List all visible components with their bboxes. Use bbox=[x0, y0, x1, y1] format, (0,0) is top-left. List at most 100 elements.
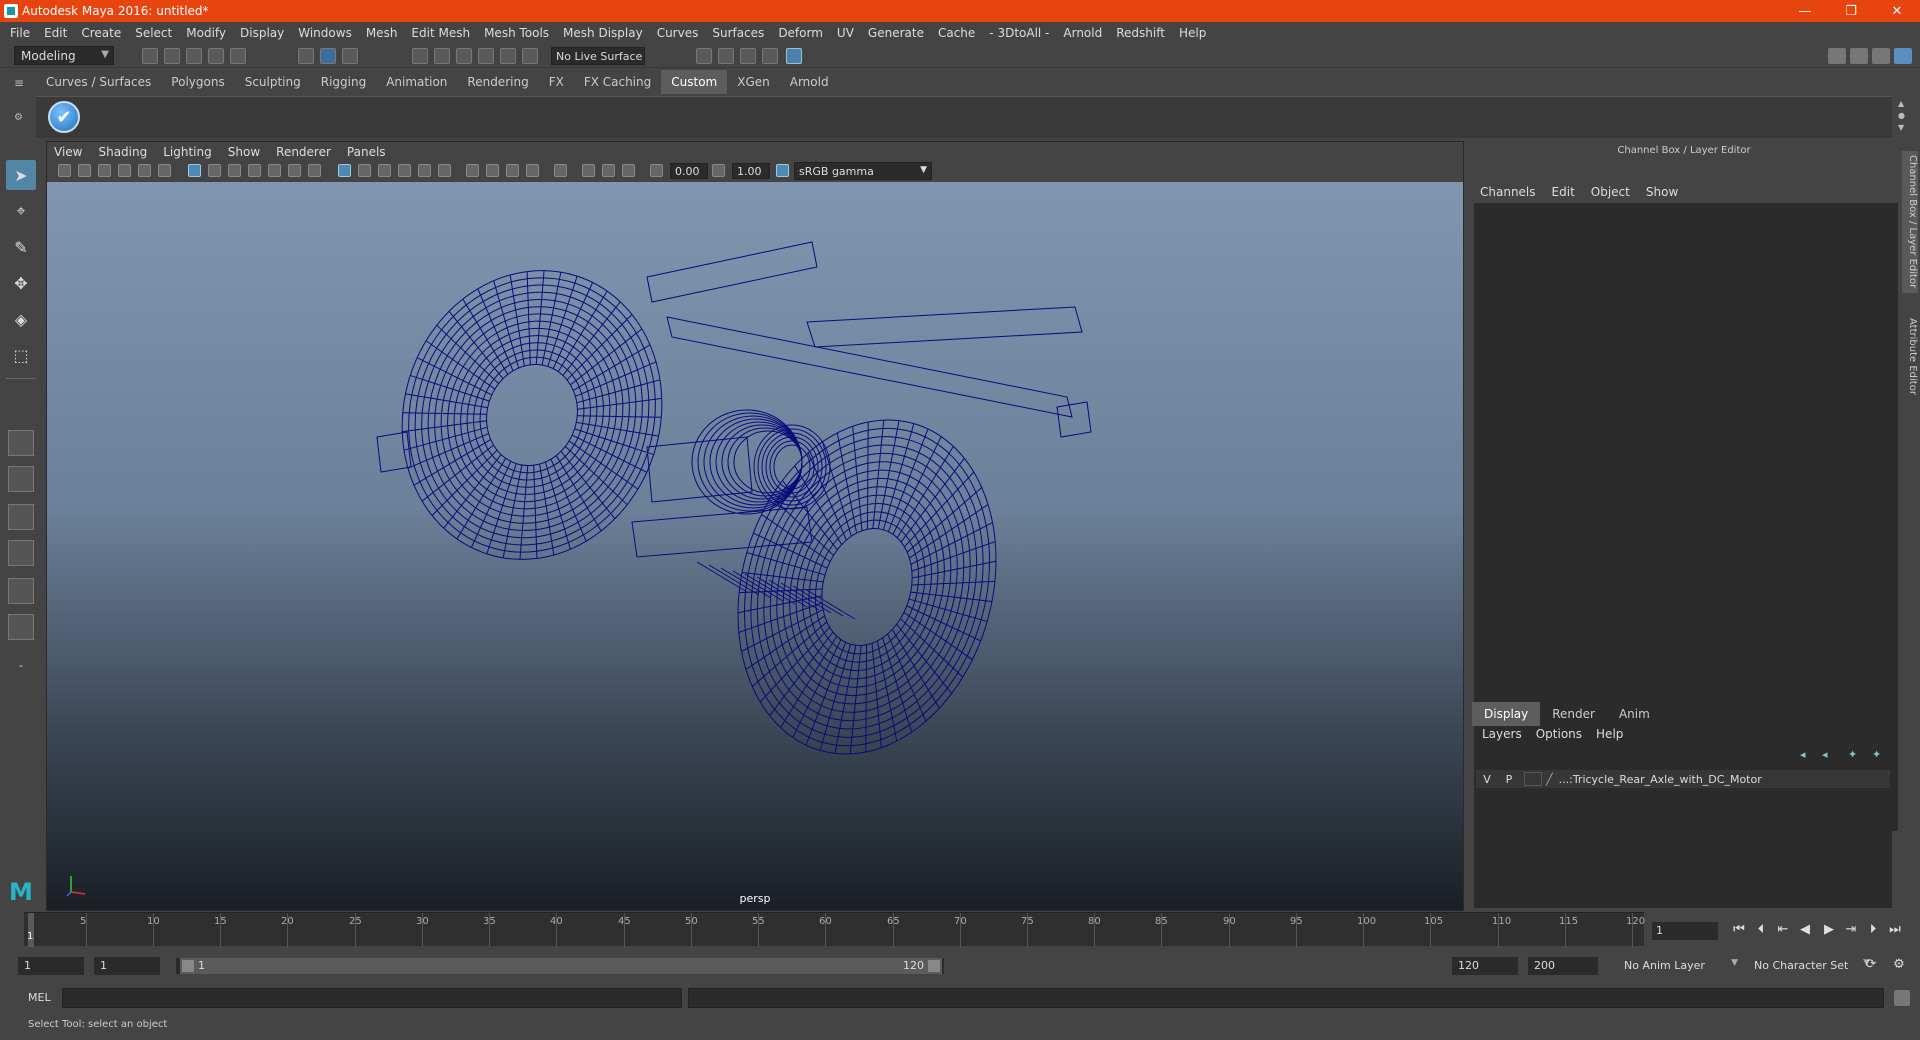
le-menu-layers[interactable]: Layers bbox=[1482, 727, 1522, 741]
xray-joints-icon[interactable] bbox=[602, 164, 615, 177]
two-pane-layout-icon[interactable] bbox=[8, 504, 34, 530]
new-layer-icon[interactable]: ✦ bbox=[1848, 748, 1862, 761]
animation-prefs-icon[interactable]: ⚙ bbox=[1890, 957, 1908, 975]
shelf-scroll-icon[interactable]: ▲ ● ▼ bbox=[1898, 98, 1908, 134]
persp-outliner-layout-icon[interactable] bbox=[8, 578, 34, 604]
single-pane-layout-icon[interactable] bbox=[8, 430, 34, 456]
gamma-field[interactable]: 1.00 bbox=[732, 163, 770, 179]
shelf-tab-fx-caching[interactable]: FX Caching bbox=[573, 70, 662, 94]
snap-grid-icon[interactable] bbox=[412, 48, 428, 64]
layer-row[interactable]: V P ╱ ...:Tricycle_Rear_Axle_with_DC_Mot… bbox=[1476, 770, 1890, 788]
more-layouts-icon[interactable]: - bbox=[6, 650, 36, 680]
script-editor-icon[interactable] bbox=[1894, 990, 1910, 1006]
minimize-button[interactable]: — bbox=[1782, 0, 1828, 22]
layer-color-swatch[interactable] bbox=[1524, 772, 1542, 786]
menu-arnold[interactable]: Arnold bbox=[1063, 26, 1102, 40]
open-scene-icon[interactable] bbox=[164, 48, 180, 64]
close-button[interactable]: ✕ bbox=[1874, 0, 1920, 22]
film-gate-icon[interactable] bbox=[208, 164, 221, 177]
anim-layer-dropdown[interactable]: No Anim Layer ▼ bbox=[1618, 957, 1740, 975]
new-scene-icon[interactable] bbox=[142, 48, 158, 64]
depth-of-field-icon[interactable] bbox=[526, 164, 539, 177]
four-pane-layout-icon[interactable] bbox=[8, 466, 34, 492]
safe-action-icon[interactable] bbox=[288, 164, 301, 177]
animation-end-field[interactable]: 200 bbox=[1528, 957, 1598, 975]
menu-mesh[interactable]: Mesh bbox=[366, 26, 398, 40]
lasso-tool-icon[interactable]: ⌖ bbox=[6, 196, 36, 226]
anti-aliasing-icon[interactable] bbox=[506, 164, 519, 177]
shelf-tab-fx[interactable]: FX bbox=[538, 70, 574, 94]
shelf-menu-icon[interactable]: ≡ bbox=[14, 76, 28, 90]
viewport-3d[interactable]: persp bbox=[47, 182, 1463, 910]
snap-point-icon[interactable] bbox=[456, 48, 472, 64]
vp-menu-lighting[interactable]: Lighting bbox=[163, 145, 212, 159]
menu-uv[interactable]: UV bbox=[837, 26, 854, 40]
paint-select-tool-icon[interactable]: ✎ bbox=[6, 232, 36, 262]
save-scene-icon[interactable] bbox=[186, 48, 202, 64]
playback-start-field[interactable]: 1 bbox=[94, 957, 160, 975]
cb-menu-object[interactable]: Object bbox=[1591, 185, 1630, 199]
move-tool-icon[interactable]: ✥ bbox=[6, 268, 36, 298]
menu-display[interactable]: Display bbox=[240, 26, 284, 40]
bookmark-icon[interactable] bbox=[98, 164, 111, 177]
xray-icon[interactable] bbox=[582, 164, 595, 177]
playback-end-field[interactable]: 120 bbox=[1452, 957, 1518, 975]
arnold-render-icon[interactable] bbox=[786, 48, 802, 64]
exposure-field[interactable]: 0.00 bbox=[670, 163, 708, 179]
2d-pan-zoom-icon[interactable] bbox=[138, 164, 151, 177]
isolate-select-icon[interactable] bbox=[554, 164, 567, 177]
go-to-end-icon[interactable]: ⏭ bbox=[1886, 922, 1904, 940]
scale-tool-icon[interactable]: ⬚ bbox=[6, 340, 36, 370]
step-forward-key-icon[interactable]: ⇥ bbox=[1842, 922, 1860, 940]
use-all-lights-icon[interactable] bbox=[418, 164, 431, 177]
script-language-toggle[interactable]: MEL bbox=[28, 991, 51, 1004]
menu-edit-mesh[interactable]: Edit Mesh bbox=[411, 26, 470, 40]
play-backwards-icon[interactable]: ◀ bbox=[1796, 922, 1814, 940]
character-set-dropdown[interactable]: No Character Set ▼ bbox=[1748, 957, 1872, 975]
safe-title-icon[interactable] bbox=[308, 164, 321, 177]
shelf-tab-custom[interactable]: Custom bbox=[661, 70, 728, 94]
field-chart-icon[interactable] bbox=[268, 164, 281, 177]
menu-help[interactable]: Help bbox=[1179, 26, 1206, 40]
vp-menu-renderer[interactable]: Renderer bbox=[276, 145, 331, 159]
wireframe-icon[interactable] bbox=[338, 164, 351, 177]
menu-select[interactable]: Select bbox=[135, 26, 172, 40]
smooth-shade-icon[interactable] bbox=[358, 164, 371, 177]
color-management-icon[interactable] bbox=[776, 164, 789, 177]
default-material-icon[interactable] bbox=[378, 164, 391, 177]
screen-space-ao-icon[interactable] bbox=[466, 164, 479, 177]
le-menu-help[interactable]: Help bbox=[1596, 727, 1623, 741]
tricycle-axle-wireframe[interactable] bbox=[47, 182, 1463, 910]
menu-generate[interactable]: Generate bbox=[868, 26, 924, 40]
camera-attributes-icon[interactable] bbox=[78, 164, 91, 177]
new-layer-selected-icon[interactable]: ✦ bbox=[1872, 748, 1886, 761]
shelf-tab-polygons[interactable]: Polygons bbox=[161, 70, 235, 94]
shelf-tab-arnold[interactable]: Arnold bbox=[779, 70, 839, 94]
select-camera-icon[interactable] bbox=[58, 164, 71, 177]
gamma-icon[interactable] bbox=[712, 164, 725, 177]
menu-curves[interactable]: Curves bbox=[657, 26, 699, 40]
snap-bounding-icon[interactable] bbox=[522, 48, 538, 64]
channel-box-toggle-icon[interactable] bbox=[1850, 48, 1868, 64]
step-forward-frame-icon[interactable]: ⏵ bbox=[1864, 922, 1882, 940]
vp-menu-panels[interactable]: Panels bbox=[347, 145, 386, 159]
time-slider[interactable]: 1 5 10 15 20 25 30 35 40 45 50 55 60 65 70 75 80 85 90 95 1… bbox=[24, 912, 1645, 947]
gate-mask-icon[interactable] bbox=[248, 164, 261, 177]
grid-icon[interactable] bbox=[188, 164, 201, 177]
render-settings-icon[interactable] bbox=[740, 48, 756, 64]
select-hierarchy-icon[interactable] bbox=[298, 48, 314, 64]
layer-visibility-toggle[interactable]: V bbox=[1476, 773, 1498, 786]
select-object-icon[interactable] bbox=[320, 48, 336, 64]
side-tab-attribute-editor[interactable]: Attribute Editor bbox=[1902, 311, 1918, 401]
shelf-settings-icon[interactable]: ⚙ bbox=[14, 112, 28, 123]
le-tab-render[interactable]: Render bbox=[1540, 702, 1607, 726]
menu-redshift[interactable]: Redshift bbox=[1116, 26, 1165, 40]
undo-icon[interactable] bbox=[208, 48, 224, 64]
modeling-toolkit-icon[interactable] bbox=[1828, 48, 1846, 64]
vp-menu-shading[interactable]: Shading bbox=[98, 145, 147, 159]
range-end-handle[interactable] bbox=[928, 960, 940, 972]
snap-curve-icon[interactable] bbox=[434, 48, 450, 64]
range-start-handle[interactable] bbox=[182, 960, 194, 972]
shelf-tab-rigging[interactable]: Rigging bbox=[310, 70, 377, 94]
vp-menu-view[interactable]: View bbox=[54, 145, 82, 159]
